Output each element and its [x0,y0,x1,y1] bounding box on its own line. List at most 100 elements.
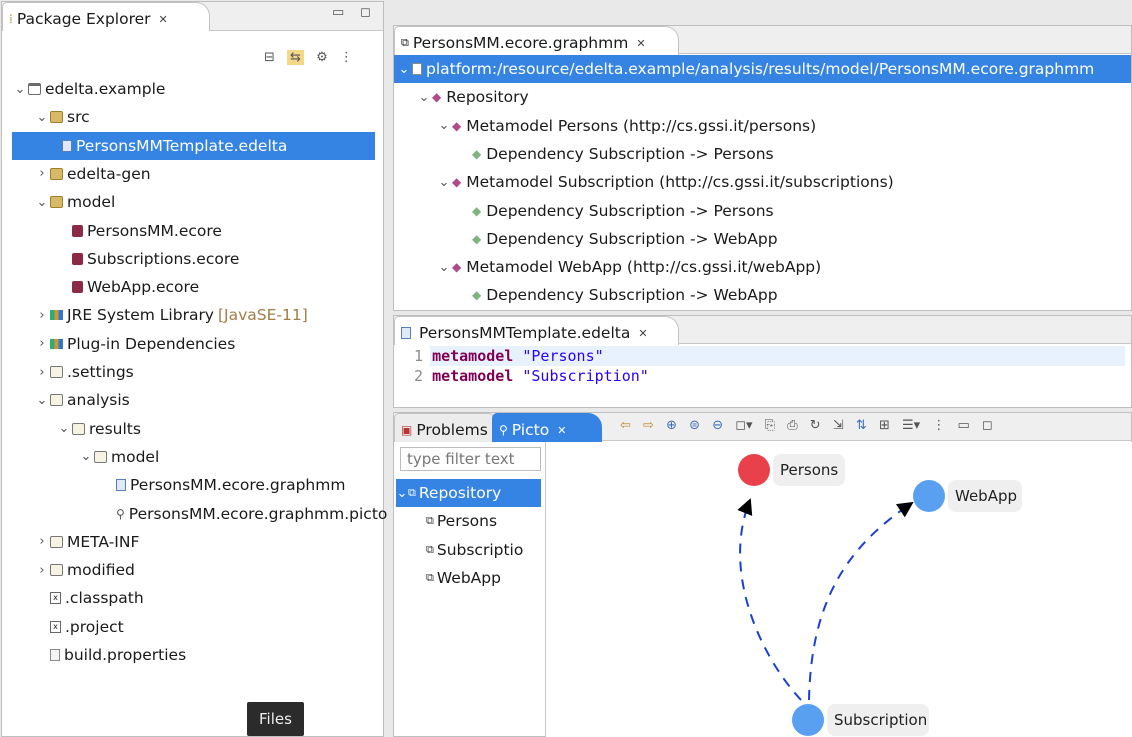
view-menu-icon[interactable]: ⋮ [932,418,945,433]
edge-subscription-webapp[interactable] [808,501,914,701]
export-icon[interactable]: ⇲ [833,418,844,433]
graphmm-tree-item[interactable]: ⌄ ◆ Metamodel Persons (http://cs.gssi.it/p… [394,112,817,140]
zoom-in-icon[interactable]: ⊕ [666,418,677,433]
chevron-down-icon[interactable]: ⌄ [78,449,94,464]
copy-icon[interactable]: ⎘ [765,418,775,433]
source-folder-icon [50,111,63,124]
picto-tree-item[interactable]: ⌄ ⧉ Repository [396,479,541,507]
picto-tree-item[interactable]: ⧉ WebApp [408,564,501,592]
tree-item-label: .classpath [65,589,144,608]
picto-left-pane: type filter text ⌄ ⧉ Repository ⧉ Persons ⧉ Su… [394,442,546,736]
zoom-out-icon[interactable]: ⊖ [712,418,723,433]
filter-input[interactable]: type filter text [400,447,541,471]
chevron-down-icon[interactable]: ⌄ [416,90,432,105]
chevron-down-icon[interactable]: ⌄ [436,260,452,275]
graph-canvas[interactable]: Persons WebApp Subscription [546,442,1132,737]
picto-tree-item[interactable]: ⧉ Persons [408,507,497,535]
code-line[interactable]: 1 metamodel "Persons" [414,347,604,365]
forward-icon[interactable]: ⇨ [643,418,654,433]
chevron-down-icon[interactable]: ⌄ [436,118,452,133]
minimize-icon[interactable]: ▭ [332,5,344,20]
tree-item-label: PersonsMMTemplate.edelta [76,136,288,155]
maximize-icon[interactable]: ◻ [982,418,993,433]
chevron-right-icon[interactable]: › [34,308,50,323]
tree-item[interactable]: ⌄ results [2,415,141,443]
chevron-right-icon[interactable]: › [34,365,50,380]
tree-item[interactable]: WebApp.ecore [2,273,199,301]
graphmm-tree-item[interactable]: ⌄ platform:/resource/edelta.example/analy… [394,55,1131,83]
zoom-actual-icon[interactable]: ⊜ [689,418,700,433]
dependency-icon: ◆ [472,203,482,218]
tree-item[interactable]: PersonsMM.ecore [2,217,222,245]
chevron-down-icon[interactable]: ⌄ [56,421,72,436]
graph-node-webapp[interactable]: WebApp [913,480,1022,512]
chevron-down-icon[interactable]: ⌄ [34,393,50,408]
tab-graphmm-editor[interactable]: ⧉ PersonsMM.ecore.graphmm ✕ [394,26,679,55]
menu-list-icon[interactable]: ☰▾ [902,418,920,433]
graphmm-tree-item[interactable]: ⌄ ◆ Metamodel Subscription (http://cs.gssi… [394,168,894,196]
graphmm-tree-item[interactable]: ⌄ ◆ Metamodel WebApp (http://cs.gssi.it/we… [394,253,822,281]
chevron-down-icon[interactable]: ⌄ [34,110,50,125]
chevron-right-icon[interactable]: › [34,534,50,549]
view-source-icon[interactable]: ⊞ [879,418,890,433]
sync-icon[interactable]: ⇅ [856,418,867,433]
tree-item[interactable]: PersonsMMTemplate.edelta [12,131,375,160]
graphmm-tree-item[interactable]: ◆ Dependency Subscription -> Persons [394,140,774,168]
graphmm-tree-item[interactable]: ◆ Dependency Subscription -> Persons [394,197,774,225]
tree-item[interactable]: ⌄ model [2,188,116,216]
code-line[interactable]: 2 metamodel "Subscription" [414,367,649,385]
graphmm-tree-item[interactable]: ◆ Dependency Subscription -> WebApp [394,281,778,309]
close-icon[interactable]: ✕ [557,424,566,437]
chevron-down-icon[interactable]: ⌄ [436,175,452,190]
tree-item[interactable]: › META-INF [2,528,139,556]
tree-item[interactable]: › .settings [2,358,133,386]
chevron-right-icon[interactable]: › [34,336,50,351]
tree-item[interactable]: › edelta-gen [2,160,150,188]
tab-picto[interactable]: ⚲ Picto ✕ [492,413,602,442]
tree-item[interactable]: ⌄ model [2,443,160,471]
tree-item[interactable]: ⌄ edelta.example [2,75,166,103]
graphmm-tree-item[interactable]: ◆ Dependency Subscription -> WebApp [394,225,778,253]
print-icon[interactable]: ⎙ [787,418,797,433]
tab-package-explorer[interactable]: ⁞ Package Explorer ✕ [2,2,210,31]
refresh-icon[interactable]: ↻ [810,418,821,433]
layout-icon[interactable]: ◻▾ [735,418,752,433]
keyword: metamodel [432,347,514,365]
filters-icon[interactable]: ⚙ [316,50,328,65]
chevron-down-icon[interactable]: ⌄ [396,62,412,77]
maximize-icon[interactable]: ◻ [360,5,371,20]
graphmm-tree-item-label: Dependency Subscription -> WebApp [486,229,778,248]
tab-edelta-editor[interactable]: PersonsMMTemplate.edelta ✕ [394,316,679,345]
chevron-down-icon[interactable]: ⌄ [34,195,50,210]
tree-item[interactable]: x .project [2,613,124,641]
graph-node-subscription[interactable]: Subscription [792,704,929,736]
graph-node-persons[interactable]: Persons [738,454,845,486]
back-icon[interactable]: ⇦ [620,418,631,433]
graphmm-file-icon: ⧉ [401,36,409,49]
chevron-right-icon[interactable]: › [34,166,50,181]
tree-item[interactable]: › modified [2,556,134,584]
tree-item[interactable]: build.properties [2,641,186,669]
edge-subscription-persons[interactable] [737,498,802,701]
tree-item[interactable]: Subscriptions.ecore [2,245,239,273]
tree-item[interactable]: ⌄ src [2,103,90,131]
collapse-all-icon[interactable]: ⊟ [264,50,275,65]
tree-item[interactable]: › JRE System Library [JavaSE-11] [2,301,307,329]
picto-tree-item[interactable]: ⧉ Subscriptio [408,536,523,564]
tree-item[interactable]: x .classpath [2,584,144,612]
close-icon[interactable]: ✕ [159,13,168,26]
tree-item[interactable]: ⌄ analysis [2,386,130,414]
tab-problems[interactable]: ▣ Problems [394,413,494,442]
link-with-editor-icon[interactable]: ⇆ [287,50,304,65]
tree-item[interactable]: PersonsMM.ecore.graphmm [2,471,345,499]
close-icon[interactable]: ✕ [638,327,647,340]
graphmm-tree-item[interactable]: ⌄ ◆ Repository [394,83,529,111]
minimize-icon[interactable]: ▭ [957,418,969,433]
close-icon[interactable]: ✕ [636,37,645,50]
chevron-down-icon[interactable]: ⌄ [12,82,28,97]
tree-item[interactable]: › Plug-in Dependencies [2,330,235,358]
view-menu-icon[interactable]: ⋮ [340,50,353,65]
chevron-right-icon[interactable]: › [34,563,50,578]
tree-item[interactable]: ⚲ PersonsMM.ecore.graphmm.picto [2,500,387,528]
chevron-down-icon[interactable]: ⌄ [396,486,408,501]
